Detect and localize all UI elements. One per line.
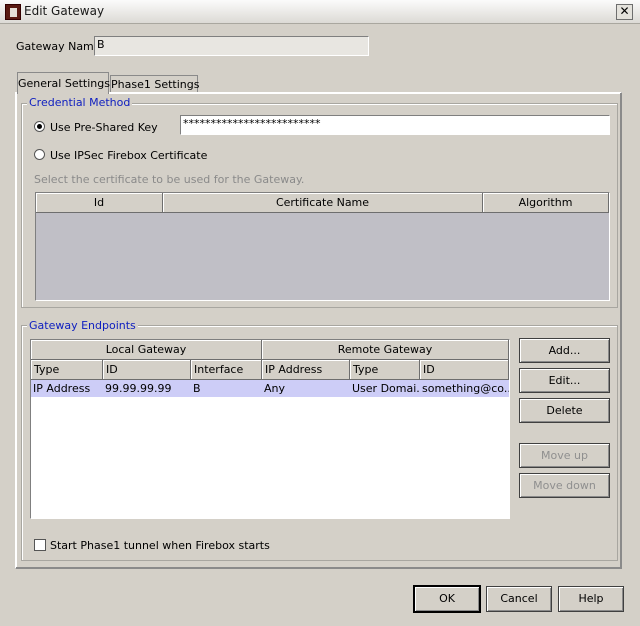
move-up-button[interactable]: Move up: [519, 443, 610, 468]
cell-remote-type: User Domai...: [352, 382, 420, 395]
certificate-label: Use IPSec Firebox Certificate: [50, 149, 208, 162]
gateway-name-label: Gateway Name:: [16, 40, 105, 53]
psk-radio[interactable]: [34, 121, 45, 132]
column-header-algorithm[interactable]: Algorithm: [483, 193, 609, 213]
certificate-hint: Select the certificate to be used for th…: [34, 173, 305, 186]
add-button[interactable]: Add...: [519, 338, 610, 363]
column-header-id[interactable]: Id: [36, 193, 163, 213]
cancel-button[interactable]: Cancel: [486, 586, 552, 612]
column-header-ip-address[interactable]: IP Address: [262, 360, 350, 380]
cell-remote-id: something@co...: [422, 382, 509, 395]
tab-phase1-settings[interactable]: Phase1 Settings: [110, 75, 199, 93]
gateway-name-field[interactable]: B: [94, 36, 369, 56]
close-icon[interactable]: ✕: [616, 4, 633, 20]
column-header-local-type[interactable]: Type: [31, 360, 103, 380]
help-button[interactable]: Help: [558, 586, 624, 612]
gateway-endpoints-title: Gateway Endpoints: [27, 319, 138, 332]
column-header-local-id[interactable]: ID: [103, 360, 191, 380]
table-row[interactable]: IP Address 99.99.99.99 B Any User Domai.…: [31, 380, 509, 397]
column-header-remote-type[interactable]: Type: [350, 360, 420, 380]
group-header-local-gateway: Local Gateway: [31, 340, 262, 360]
title-bar: Edit Gateway ✕: [0, 0, 640, 24]
column-header-remote-id[interactable]: ID: [420, 360, 509, 380]
endpoints-table[interactable]: Local Gateway Remote Gateway Type ID Int…: [30, 339, 510, 519]
tab-general-settings[interactable]: General Settings: [17, 72, 110, 94]
delete-button[interactable]: Delete: [519, 398, 610, 423]
gateway-name-value: B: [97, 38, 105, 51]
window-title: Edit Gateway: [24, 4, 105, 18]
cell-local-id: 99.99.99.99: [105, 382, 172, 395]
start-phase1-label: Start Phase1 tunnel when Firebox starts: [50, 539, 270, 552]
credential-method-title: Credential Method: [27, 96, 133, 109]
pre-shared-key-input[interactable]: *************************: [180, 115, 610, 135]
start-phase1-checkbox[interactable]: [34, 539, 46, 551]
psk-label: Use Pre-Shared Key: [50, 121, 158, 134]
move-down-button[interactable]: Move down: [519, 473, 610, 498]
certificate-radio[interactable]: [34, 149, 45, 160]
certificate-table[interactable]: Id Certificate Name Algorithm: [35, 192, 610, 301]
column-header-interface[interactable]: Interface: [191, 360, 262, 380]
cell-local-type: IP Address: [33, 382, 91, 395]
edit-button[interactable]: Edit...: [519, 368, 610, 393]
cell-ip-address: Any: [264, 382, 286, 395]
cell-interface: B: [193, 382, 201, 395]
ok-button[interactable]: OK: [414, 586, 480, 612]
pre-shared-key-value: *************************: [183, 117, 321, 130]
group-header-remote-gateway: Remote Gateway: [262, 340, 509, 360]
column-header-certificate-name[interactable]: Certificate Name: [163, 193, 483, 213]
app-icon: [5, 4, 21, 20]
